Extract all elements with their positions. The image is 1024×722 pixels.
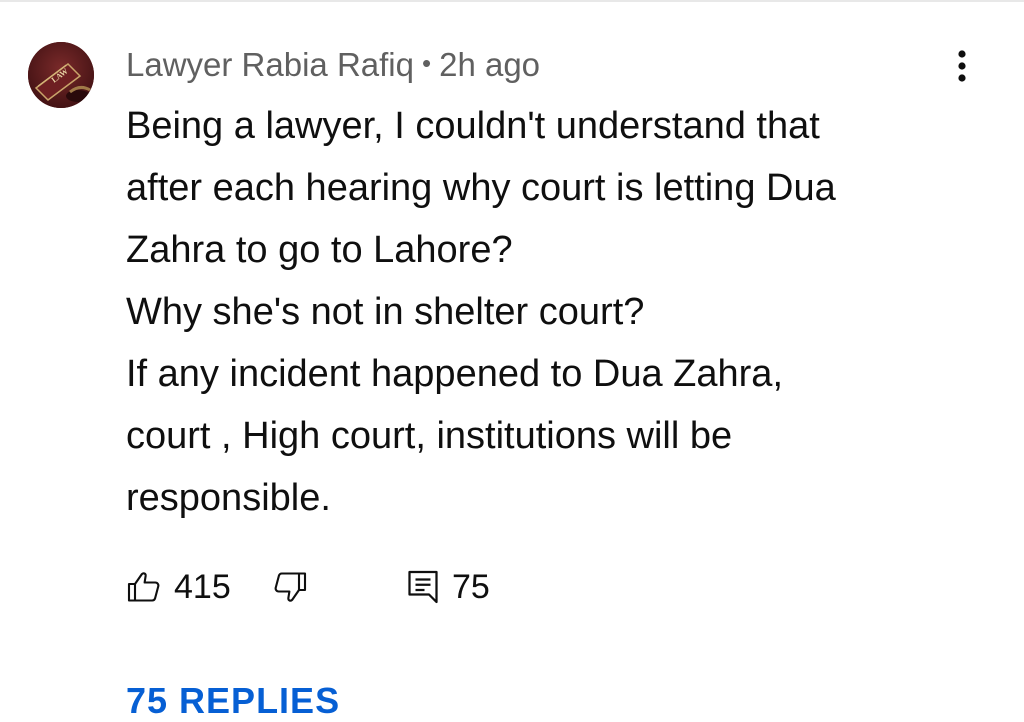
comment-line: Zahra to go to Lahore?	[126, 229, 513, 271]
comment-header: Lawyer Rabia Rafiq • 2h ago	[126, 44, 540, 86]
more-vertical-icon	[958, 50, 966, 82]
law-book-avatar-icon: LAW	[28, 42, 94, 108]
comment-line: If any incident happened to Dua Zahra,	[126, 353, 784, 395]
dislike-button[interactable]	[272, 562, 308, 612]
like-button[interactable]: 415	[126, 562, 231, 612]
timestamp[interactable]: 2h ago	[439, 46, 540, 84]
reply-button[interactable]: 75	[406, 562, 490, 612]
comment-line: Being a lawyer, I couldn't understand th…	[126, 105, 820, 147]
comment-line: Why she's not in shelter court?	[126, 291, 645, 333]
author-name[interactable]: Lawyer Rabia Rafiq	[126, 46, 414, 84]
comment-actions: 415 75	[126, 562, 646, 612]
comment-line: after each hearing why court is letting …	[126, 167, 836, 209]
avatar[interactable]: LAW	[28, 42, 94, 108]
comment-line: court , High court, institutions will be	[126, 415, 733, 457]
view-replies-link[interactable]: 75 REPLIES	[126, 680, 340, 722]
like-count: 415	[174, 567, 231, 606]
thumbs-up-icon	[127, 572, 160, 602]
comment-thread: LAW Lawyer Rabia Rafiq • 2h ago Being a …	[0, 0, 1024, 721]
comment-line: responsible.	[126, 477, 331, 519]
comment-text: Being a lawyer, I couldn't understand th…	[126, 95, 986, 529]
thumbs-down-icon	[274, 572, 307, 602]
reply-count: 75	[452, 567, 490, 606]
comment-menu-button[interactable]	[940, 44, 984, 88]
comment-icon	[408, 570, 438, 604]
separator-dot: •	[421, 47, 432, 78]
